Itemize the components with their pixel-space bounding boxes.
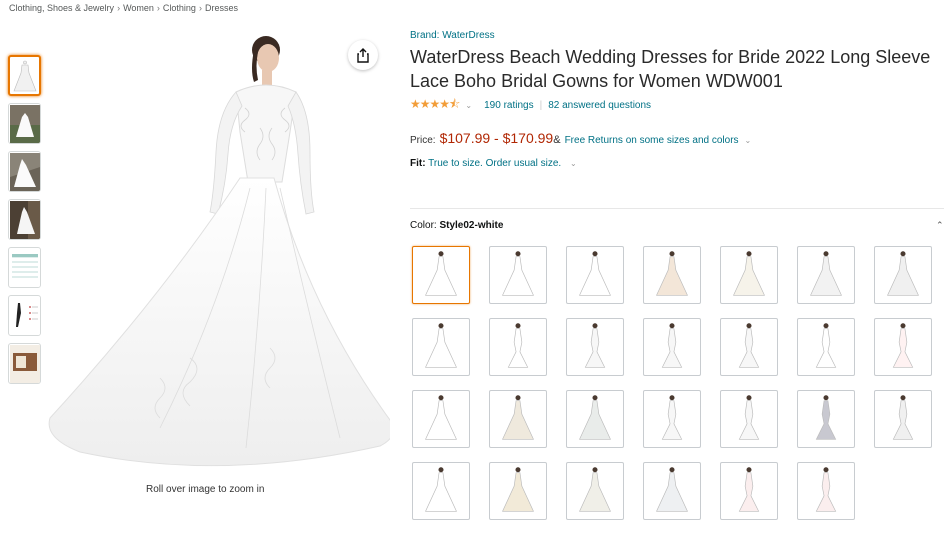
color-swatch[interactable] (566, 462, 624, 520)
divider: | (539, 100, 543, 111)
chevron-down-icon[interactable]: ⌄ (465, 101, 472, 110)
color-swatch[interactable] (489, 318, 547, 376)
color-swatch[interactable] (566, 390, 624, 448)
price-row: Price: $107.99 - $170.99 & Free Returns … (410, 130, 940, 146)
color-swatch[interactable] (797, 246, 855, 304)
thumbnail-image[interactable] (8, 199, 41, 240)
color-swatch[interactable] (874, 390, 932, 448)
breadcrumb-item[interactable]: Clothing (163, 3, 196, 13)
rating-row: ★★★★⯪ ⌄ 190 ratings | 82 answered questi… (410, 95, 940, 116)
price-amp: & (553, 134, 561, 146)
thumbnail-image[interactable] (8, 103, 41, 144)
color-swatch[interactable] (489, 462, 547, 520)
breadcrumb-item[interactable]: Clothing, Shoes & Jewelry (9, 3, 114, 13)
breadcrumb-item[interactable]: Dresses (205, 3, 238, 13)
color-swatch[interactable] (797, 318, 855, 376)
color-swatch[interactable] (874, 246, 932, 304)
color-swatch[interactable] (797, 462, 855, 520)
main-product-image[interactable] (40, 28, 394, 476)
color-swatch[interactable] (566, 246, 624, 304)
breadcrumb-separator: › (156, 3, 160, 13)
ratings-link[interactable]: 190 ratings (484, 100, 533, 111)
breadcrumb-separator: › (117, 3, 121, 13)
color-swatch[interactable] (489, 246, 547, 304)
color-swatch[interactable] (566, 318, 624, 376)
chevron-up-icon[interactable]: ⌃ (936, 220, 944, 231)
color-swatch[interactable] (874, 318, 932, 376)
color-swatch[interactable] (412, 390, 470, 448)
free-returns-link[interactable]: Free Returns on some sizes and colors (565, 135, 739, 146)
thumbnail-image[interactable] (8, 295, 41, 336)
breadcrumb-separator: › (198, 3, 202, 13)
breadcrumb-item[interactable]: Women (123, 3, 154, 13)
thumbnail-image[interactable] (8, 247, 41, 288)
color-swatch[interactable] (412, 246, 470, 304)
price-range: $107.99 - $170.99 (439, 130, 554, 146)
answered-questions-link[interactable]: 82 answered questions (548, 100, 651, 111)
thumbnail-list (8, 55, 42, 391)
chevron-down-icon[interactable]: ⌄ (570, 159, 577, 168)
color-swatch[interactable] (643, 246, 701, 304)
color-swatch[interactable] (643, 462, 701, 520)
color-swatch[interactable] (720, 390, 778, 448)
color-swatch-grid (412, 246, 944, 520)
selected-color: Style02-white (439, 220, 504, 231)
color-swatch[interactable] (720, 462, 778, 520)
section-divider (410, 208, 944, 209)
fit-label: Fit: (410, 158, 426, 169)
brand-link[interactable]: Brand: WaterDress (410, 30, 940, 41)
color-label: Color: Style02-white (410, 220, 503, 231)
color-swatch[interactable] (797, 390, 855, 448)
zoom-hint: Roll over image to zoom in (146, 484, 265, 495)
share-icon (357, 47, 369, 63)
product-title: WaterDress Beach Wedding Dresses for Bri… (410, 47, 931, 91)
price-label: Price: (410, 135, 436, 146)
share-button[interactable] (348, 40, 378, 70)
color-swatch[interactable] (720, 318, 778, 376)
fit-link[interactable]: True to size. Order usual size. (428, 158, 561, 169)
fit-row: Fit: True to size. Order usual size. ⌄ (410, 158, 940, 169)
product-info: Brand: WaterDress WaterDress Beach Weddi… (410, 30, 940, 169)
breadcrumb: Clothing, Shoes & Jewelry › Women › Clothing… (9, 3, 238, 13)
color-label-text: Color: (410, 220, 437, 231)
color-swatch[interactable] (489, 390, 547, 448)
color-swatch[interactable] (643, 318, 701, 376)
star-rating-icon[interactable]: ★★★★⯪ (410, 95, 460, 116)
color-swatch[interactable] (720, 246, 778, 304)
chevron-down-icon[interactable]: ⌄ (745, 136, 752, 145)
color-swatch[interactable] (412, 318, 470, 376)
color-swatch[interactable] (643, 390, 701, 448)
thumbnail-image[interactable] (8, 151, 41, 192)
color-swatch[interactable] (412, 462, 470, 520)
thumbnail-image[interactable] (8, 55, 41, 96)
thumbnail-image[interactable] (8, 343, 41, 384)
